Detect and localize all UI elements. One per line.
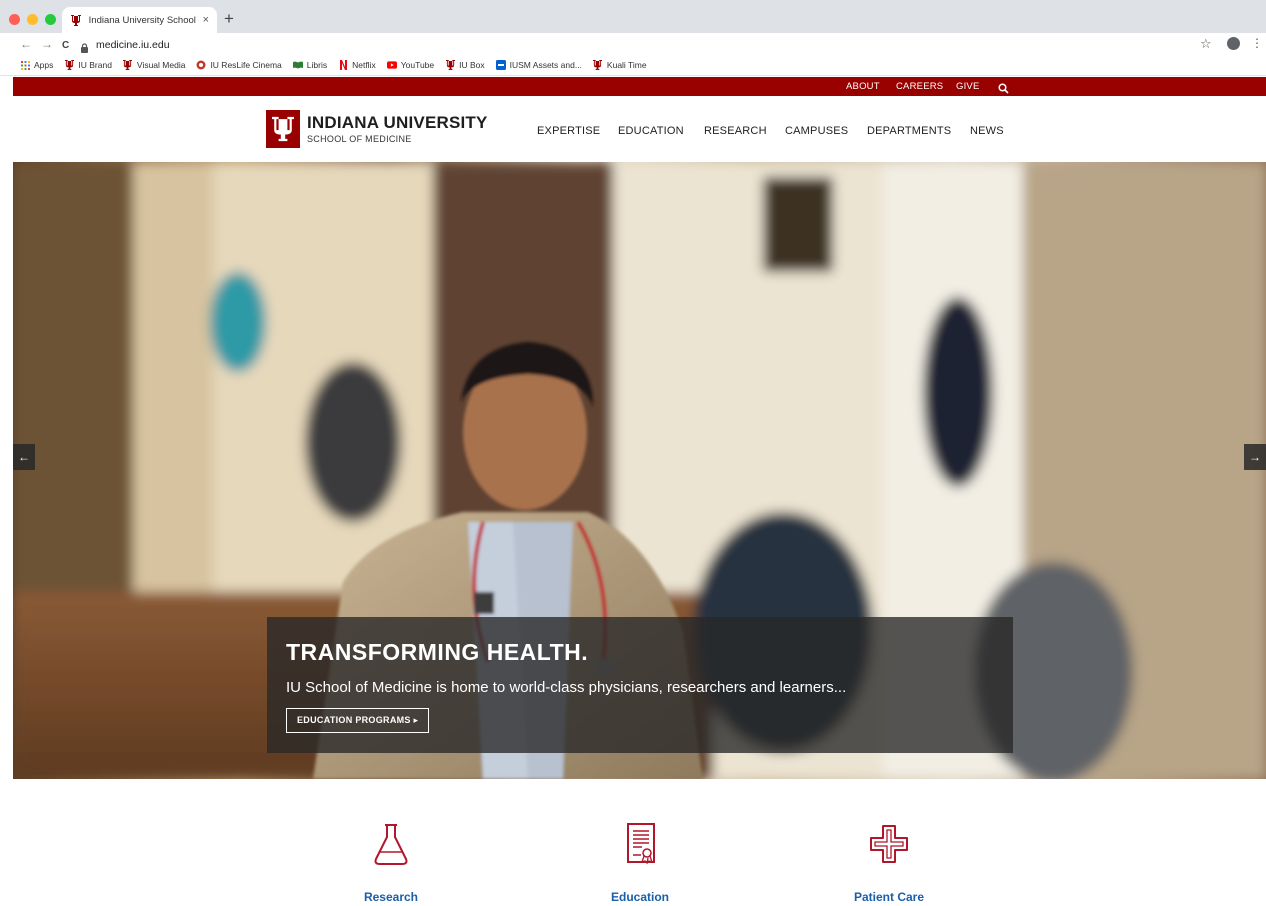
- feature-label[interactable]: Education: [560, 890, 720, 904]
- nav-item-departments[interactable]: DEPARTMENTS: [867, 125, 951, 137]
- minimize-window-button[interactable]: [27, 14, 38, 25]
- bookmark-apps[interactable]: Apps: [20, 60, 53, 70]
- box-icon: [495, 60, 506, 70]
- bookmark-iu-box[interactable]: IU Box: [445, 60, 485, 70]
- nav-item-news[interactable]: NEWS: [970, 125, 1004, 137]
- iu-trident-icon: [64, 60, 74, 70]
- bookmark-label: IU Brand: [78, 60, 112, 70]
- address-bar[interactable]: medicine.iu.edu: [80, 36, 1190, 53]
- reslife-icon: [196, 60, 206, 70]
- back-button[interactable]: ←: [20, 36, 32, 52]
- utility-link-careers[interactable]: CAREERS: [896, 81, 943, 92]
- tab-title: Indiana University School of M: [88, 14, 199, 26]
- nav-item-research[interactable]: RESEARCH: [704, 125, 767, 137]
- forward-button[interactable]: →: [41, 36, 53, 52]
- search-icon[interactable]: [998, 81, 1009, 94]
- bookmark-label: Netflix: [352, 60, 376, 70]
- hero-title: TRANSFORMING HEALTH.: [286, 639, 589, 665]
- iu-trident-logo-icon[interactable]: [266, 110, 300, 148]
- nav-item-education[interactable]: EDUCATION: [618, 125, 684, 137]
- bookmark-iusm-assets[interactable]: IUSM Assets and...: [495, 60, 582, 70]
- bookmark-youtube[interactable]: YouTube: [386, 60, 435, 70]
- nav-item-expertise[interactable]: EXPERTISE: [537, 125, 600, 137]
- apps-grid-icon: [20, 60, 30, 70]
- bookmark-iu-brand[interactable]: IU Brand: [64, 60, 112, 70]
- feature-patient-care[interactable]: Patient Care: [809, 822, 969, 904]
- bookmark-visual-media[interactable]: Visual Media: [123, 60, 186, 70]
- hero-caption: TRANSFORMING HEALTH. IU School of Medici…: [267, 617, 1013, 753]
- bookmark-label: YouTube: [400, 60, 435, 70]
- medical-cross-icon: [870, 825, 908, 863]
- feature-label[interactable]: Patient Care: [809, 890, 969, 904]
- bookmark-label: IUSM Assets and...: [509, 60, 582, 70]
- carousel-prev-button[interactable]: ←: [13, 444, 35, 470]
- hero-description: IU School of Medicine is home to world-c…: [286, 679, 847, 696]
- tab-strip: Indiana University School of M × +: [0, 0, 1266, 33]
- iu-trident-icon: [593, 60, 603, 70]
- profile-avatar-icon[interactable]: [1227, 37, 1240, 50]
- bookmark-libris[interactable]: Libris: [292, 60, 328, 70]
- url-text: medicine.iu.edu: [96, 38, 170, 51]
- utility-link-about[interactable]: ABOUT: [846, 81, 880, 92]
- bookmark-kuali-time[interactable]: Kuali Time: [593, 60, 647, 70]
- iu-trident-icon: [123, 60, 133, 70]
- bookmark-reslife-cinema[interactable]: IU ResLife Cinema: [196, 60, 282, 70]
- education-programs-button[interactable]: EDUCATION PROGRAMS ▸: [286, 708, 430, 733]
- close-window-button[interactable]: [9, 14, 20, 25]
- netflix-icon: [338, 60, 348, 70]
- flask-icon: [374, 824, 408, 865]
- bookmark-netflix[interactable]: Netflix: [338, 60, 376, 70]
- browser-menu-icon[interactable]: ⋮: [1251, 36, 1263, 50]
- tab-close-icon[interactable]: ×: [203, 14, 209, 26]
- lock-icon: [80, 40, 89, 53]
- youtube-icon: [386, 60, 397, 70]
- libris-icon: [292, 60, 303, 70]
- iu-trident-icon: [445, 60, 455, 70]
- reload-button[interactable]: C: [62, 38, 69, 54]
- bookmarks-bar: Apps IU Brand Visual Media IU ResLife Ci…: [0, 55, 1266, 76]
- browser-toolbar: ← → C medicine.iu.edu ☆ ⋮: [0, 33, 1266, 55]
- browser-tab[interactable]: Indiana University School of M ×: [62, 7, 217, 33]
- brand-subtitle[interactable]: SCHOOL OF MEDICINE: [307, 134, 412, 144]
- bookmark-label: Apps: [34, 60, 54, 70]
- bookmark-label: Libris: [306, 60, 328, 70]
- bookmark-label: Visual Media: [136, 60, 186, 70]
- feature-research[interactable]: Research: [311, 822, 471, 904]
- utility-link-give[interactable]: GIVE: [956, 81, 980, 92]
- brand-name[interactable]: INDIANA UNIVERSITY: [307, 113, 488, 133]
- main-header: INDIANA UNIVERSITY SCHOOL OF MEDICINE EX…: [13, 96, 1266, 162]
- hero-carousel: ← → TRANSFORMING HEALTH. IU School of Me…: [13, 162, 1266, 779]
- bookmark-label: Kuali Time: [606, 60, 647, 70]
- new-tab-button[interactable]: +: [224, 10, 234, 27]
- carousel-next-button[interactable]: →: [1244, 444, 1266, 470]
- bookmark-label: IU Box: [459, 60, 485, 70]
- maximize-window-button[interactable]: [45, 14, 56, 25]
- feature-education[interactable]: Education: [560, 822, 720, 904]
- feature-label[interactable]: Research: [311, 890, 471, 904]
- nav-item-campuses[interactable]: CAMPUSES: [785, 125, 848, 137]
- utility-bar: ABOUT CAREERS GIVE: [13, 77, 1266, 96]
- diploma-icon: [627, 823, 655, 865]
- browser-window: Indiana University School of M × + ← → C…: [0, 0, 1266, 906]
- bookmark-star-icon[interactable]: ☆: [1200, 36, 1212, 52]
- webpage: ABOUT CAREERS GIVE INDIANA UNIVERSITY SC…: [13, 77, 1266, 906]
- iu-trident-icon: [70, 14, 82, 26]
- bookmark-label: IU ResLife Cinema: [210, 60, 282, 70]
